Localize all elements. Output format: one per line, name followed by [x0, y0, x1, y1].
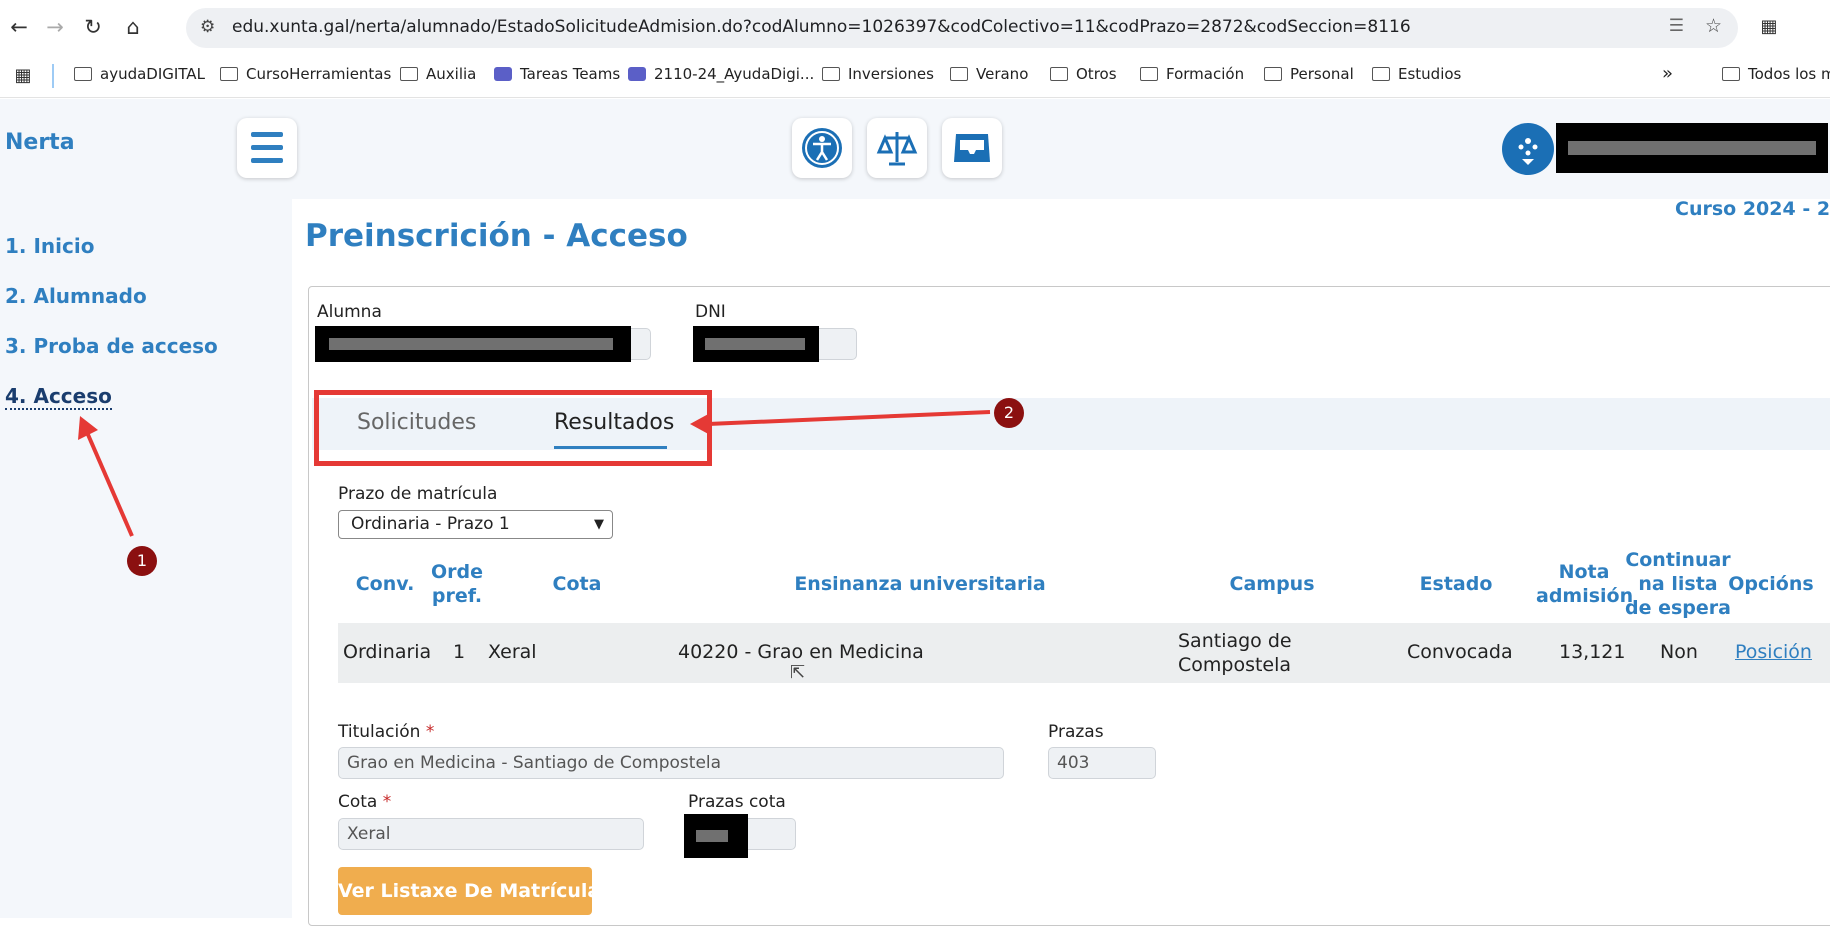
prazas-cota-redacted — [684, 814, 748, 858]
cell-orde: 1 — [453, 641, 466, 663]
bookmark-ayudadigi[interactable]: 2110-24_AyudaDigi... — [628, 64, 814, 84]
mouse-cursor-icon: ⇱ — [790, 662, 806, 683]
period-label: Prazo de matrícula — [338, 484, 498, 504]
cell-ensinanza: 40220 - Grao en Medicina — [678, 641, 924, 663]
divider — [52, 64, 54, 88]
cell-nota: 13,121 — [1559, 641, 1626, 663]
reload-icon[interactable]: ↻ — [78, 12, 108, 42]
inbox-button[interactable] — [942, 118, 1002, 178]
cell-cota: Xeral — [488, 641, 537, 663]
sidebar-item-acceso[interactable]: 4. Acceso — [5, 384, 112, 410]
brand-logo[interactable]: Nerta — [5, 130, 75, 155]
accessibility-button[interactable] — [792, 118, 852, 178]
header-cota: Cota — [552, 573, 602, 595]
header-conv: Conv. — [355, 573, 415, 595]
apps-grid-icon[interactable]: ▦ — [8, 61, 38, 91]
highlight-box — [314, 390, 712, 466]
cell-continuar: Non — [1660, 641, 1698, 663]
prazas-field: 403 — [1048, 747, 1156, 779]
header-nota: Nota admisión — [1536, 561, 1634, 607]
folder-icon — [950, 67, 968, 81]
folder-icon — [1140, 67, 1158, 81]
header-orde: Orde pref. — [430, 561, 483, 607]
titulacion-label: Titulación * — [338, 722, 435, 742]
cota-field: Xeral — [338, 818, 644, 850]
cell-campus: Santiago de Compostela — [1178, 630, 1292, 676]
user-name-redacted — [1556, 123, 1828, 173]
folder-icon — [400, 67, 418, 81]
titulacion-field: Grao en Medicina - Santiago de Compostel… — [338, 747, 1004, 779]
address-bar[interactable]: ⚙ edu.xunta.gal/nerta/alumnado/EstadoSol… — [186, 8, 1738, 48]
header-estado: Estado — [1419, 573, 1493, 595]
bookmark-tareas-teams[interactable]: Tareas Teams — [494, 64, 620, 84]
bookmark-auxilia[interactable]: Auxilia — [400, 64, 476, 84]
menu-button[interactable] — [237, 118, 297, 178]
folder-icon — [74, 67, 92, 81]
cota-label: Cota * — [338, 792, 392, 812]
xunta-logo-icon — [1502, 123, 1554, 175]
bookmark-personal[interactable]: Personal — [1264, 64, 1354, 84]
dni-redacted — [693, 326, 819, 362]
bookmark-inversiones[interactable]: Inversiones — [822, 64, 934, 84]
header-opcions: Opcións — [1728, 573, 1814, 595]
translate-icon[interactable]: ☰ — [1669, 16, 1684, 36]
prazas-label: Prazas — [1048, 722, 1104, 742]
student-name-redacted — [315, 326, 631, 362]
bookmark-star-icon[interactable]: ☆ — [1705, 15, 1722, 37]
teams-icon — [494, 67, 512, 81]
bookmark-all[interactable]: Todos los m — [1722, 64, 1830, 84]
folder-icon — [1722, 67, 1740, 81]
header-ensinanza: Ensinanza universitaria — [794, 573, 1046, 595]
folder-icon — [220, 67, 238, 81]
bookmark-verano[interactable]: Verano — [950, 64, 1028, 84]
bookmark-ayudadigital[interactable]: ayudaDIGITAL — [74, 64, 205, 84]
bookmark-estudios[interactable]: Estudios — [1372, 64, 1461, 84]
period-value: Ordinaria - Prazo 1 — [351, 514, 510, 534]
annotation-badge-1: 1 — [127, 546, 157, 576]
folder-icon — [1050, 67, 1068, 81]
student-label: Alumna — [317, 302, 382, 322]
chevron-down-icon: ▼ — [594, 517, 604, 532]
page-title: Preinscrición - Acceso — [305, 218, 688, 254]
legal-button[interactable] — [867, 118, 927, 178]
prazas-cota-label: Prazas cota — [688, 792, 786, 812]
extensions-icon[interactable]: ▦ — [1754, 12, 1784, 42]
sidebar-item-inicio[interactable]: 1. Inicio — [5, 234, 94, 258]
teams-icon — [628, 67, 646, 81]
posicion-link[interactable]: Posición — [1735, 641, 1812, 663]
forward-icon[interactable]: → — [40, 12, 70, 42]
dni-label: DNI — [695, 302, 726, 322]
folder-icon — [1264, 67, 1282, 81]
sidebar-item-alumnado[interactable]: 2. Alumnado — [5, 284, 147, 308]
header-continuar: Continuar na lista de espera — [1625, 549, 1731, 619]
scales-icon — [876, 132, 918, 166]
bookmarks-overflow-icon[interactable]: » — [1662, 64, 1673, 84]
bookmark-formacion[interactable]: Formación — [1140, 64, 1244, 84]
folder-icon — [822, 67, 840, 81]
period-select[interactable]: Ordinaria - Prazo 1 ▼ — [338, 510, 613, 539]
sidebar — [0, 99, 292, 918]
cell-conv: Ordinaria — [343, 641, 432, 663]
folder-icon — [1372, 67, 1390, 81]
cell-estado: Convocada — [1407, 641, 1513, 663]
sidebar-item-proba[interactable]: 3. Proba de acceso — [5, 334, 218, 358]
header-campus: Campus — [1229, 573, 1315, 595]
accessibility-icon — [802, 128, 842, 168]
annotation-badge-2: 2 — [994, 398, 1024, 428]
ver-listaxe-button[interactable]: Ver Listaxe De Matrícula — [338, 867, 600, 915]
course-label: Curso 2024 - 25 — [1675, 198, 1830, 220]
browser-toolbar: ← → ↻ ⌂ ⚙ edu.xunta.gal/nerta/alumnado/E… — [0, 0, 1830, 54]
home-icon[interactable]: ⌂ — [118, 12, 148, 42]
site-settings-icon[interactable]: ⚙ — [200, 17, 215, 37]
back-icon[interactable]: ← — [4, 12, 34, 42]
bookmark-otros[interactable]: Otros — [1050, 64, 1117, 84]
hamburger-icon — [251, 132, 283, 137]
url-text: edu.xunta.gal/nerta/alumnado/EstadoSolic… — [232, 17, 1411, 37]
bookmark-cursoherramientas[interactable]: CursoHerramientas — [220, 64, 391, 84]
inbox-icon — [954, 134, 990, 162]
